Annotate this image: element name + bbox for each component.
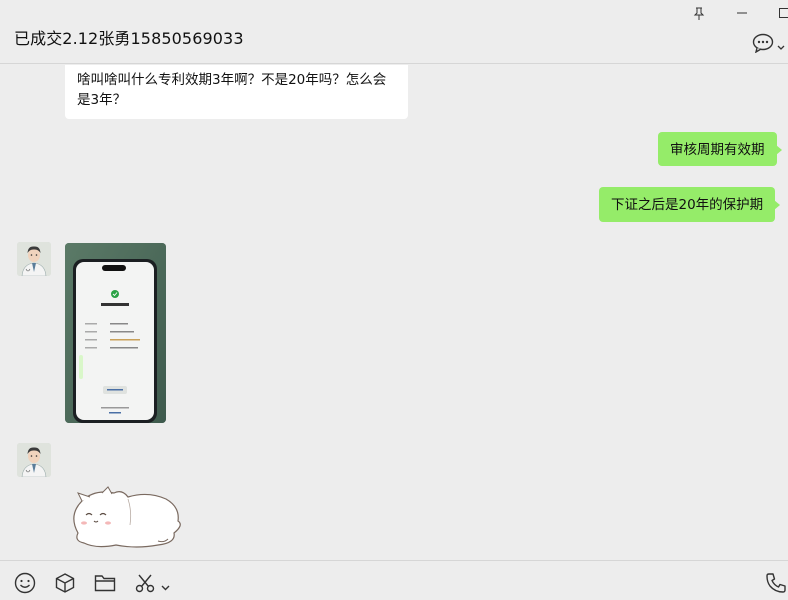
file-button[interactable] <box>93 573 117 597</box>
phone-screenshot-image <box>65 243 166 423</box>
sticker-box-icon <box>54 572 76 598</box>
chevron-down-icon <box>777 36 785 55</box>
chat-bubble-icon <box>752 33 774 57</box>
scissors-icon <box>134 572 156 598</box>
chevron-down-icon <box>161 576 170 595</box>
voice-call-button[interactable] <box>764 573 788 597</box>
avatar[interactable] <box>17 443 51 477</box>
sticker-box-button[interactable] <box>53 573 77 597</box>
pin-icon <box>693 7 705 20</box>
received-message[interactable]: 啥叫啥叫什么专利效期3年啊？不是20年吗？怎么会 是3年？ <box>65 65 408 119</box>
emoji-icon <box>14 572 36 598</box>
chat-info-button[interactable] <box>752 33 788 57</box>
sent-message[interactable]: 审核周期有效期 <box>658 132 781 166</box>
folder-icon <box>94 573 116 597</box>
input-toolbar <box>0 560 788 600</box>
pin-button[interactable] <box>686 2 712 24</box>
maximize-button[interactable] <box>771 2 788 24</box>
sent-message[interactable]: 下证之后是20年的保护期 <box>599 187 781 222</box>
minimize-icon <box>736 7 748 19</box>
emoji-button[interactable] <box>13 572 37 598</box>
avatar[interactable] <box>17 242 51 276</box>
sticker-message[interactable] <box>66 485 186 555</box>
screenshot-button[interactable] <box>133 573 157 597</box>
phone-icon <box>764 571 788 599</box>
title-bar: 已成交2.12张勇15850569033 <box>0 0 788 64</box>
screenshot-options-button[interactable] <box>158 573 172 597</box>
minimize-button[interactable] <box>729 2 755 24</box>
chat-title: 已成交2.12张勇15850569033 <box>14 29 244 48</box>
image-message[interactable] <box>65 243 166 423</box>
doctor-avatar-icon <box>17 242 51 276</box>
message-list[interactable]: 啥叫啥叫什么专利效期3年啊？不是20年吗？怎么会 是3年？ 审核周期有效期 下证… <box>0 65 788 560</box>
maximize-icon <box>778 7 788 19</box>
doctor-avatar-icon <box>17 443 51 477</box>
cat-sticker-image <box>73 486 181 548</box>
